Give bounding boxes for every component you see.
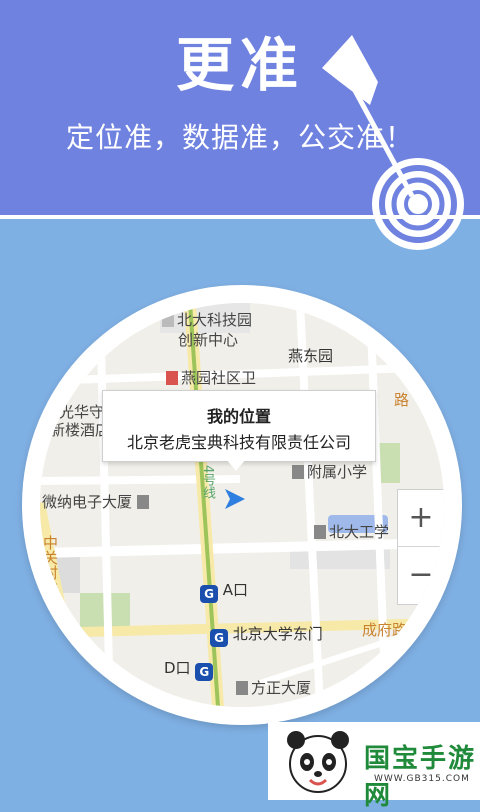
callout-subtitle: 北京老虎宝典科技有限责任公司 [126, 433, 351, 452]
map-label: 附属小学 [292, 461, 367, 482]
map-label: 北大工学 [314, 521, 389, 542]
map-label: 路 [394, 391, 410, 409]
map-label: 中关村北路 [41, 535, 59, 610]
watermark: 国宝手游网 WWW.GB315.COM [268, 722, 480, 811]
map-label: 燕园社区卫 [166, 367, 256, 388]
map-label: 方正大厦 [236, 677, 311, 698]
map-label: 成府路 [362, 621, 408, 639]
callout-title: 我的位置 [206, 407, 271, 426]
location-callout[interactable]: 我的位置 北京老虎宝典科技有限责任公司 [102, 390, 376, 462]
map-label: G A口 [200, 579, 248, 603]
map-label: 微纳电子大厦 [42, 491, 152, 512]
map-view[interactable]: 北大科技园 创新中心 燕东园 燕园社区卫 路 一光华守 新楼酒店 附属小学 微纳… [40, 303, 444, 707]
headline: 更准 [175, 31, 304, 99]
panda-logo-icon [287, 731, 349, 793]
zoom-control[interactable]: + − [397, 489, 444, 605]
map-label: 燕东园 [288, 347, 334, 365]
callout-pointer [226, 459, 246, 471]
zoom-out-button[interactable]: − [398, 547, 444, 603]
map-label: G 北京大学东门 [210, 623, 323, 647]
zoom-in-button[interactable]: + [398, 490, 444, 546]
divider [0, 215, 480, 219]
watermark-url: WWW.GB315.COM [374, 774, 470, 784]
map-label: 北大科技园 [162, 309, 252, 330]
map-label: D口 G [164, 657, 214, 681]
map-label: 创新中心 [178, 331, 239, 349]
subline: 定位准，数据准，公交准！ [65, 121, 414, 154]
map-label: 4号线 [200, 465, 215, 500]
map-label: 新楼酒店 [50, 421, 111, 439]
my-location-arrow-icon [225, 489, 245, 509]
